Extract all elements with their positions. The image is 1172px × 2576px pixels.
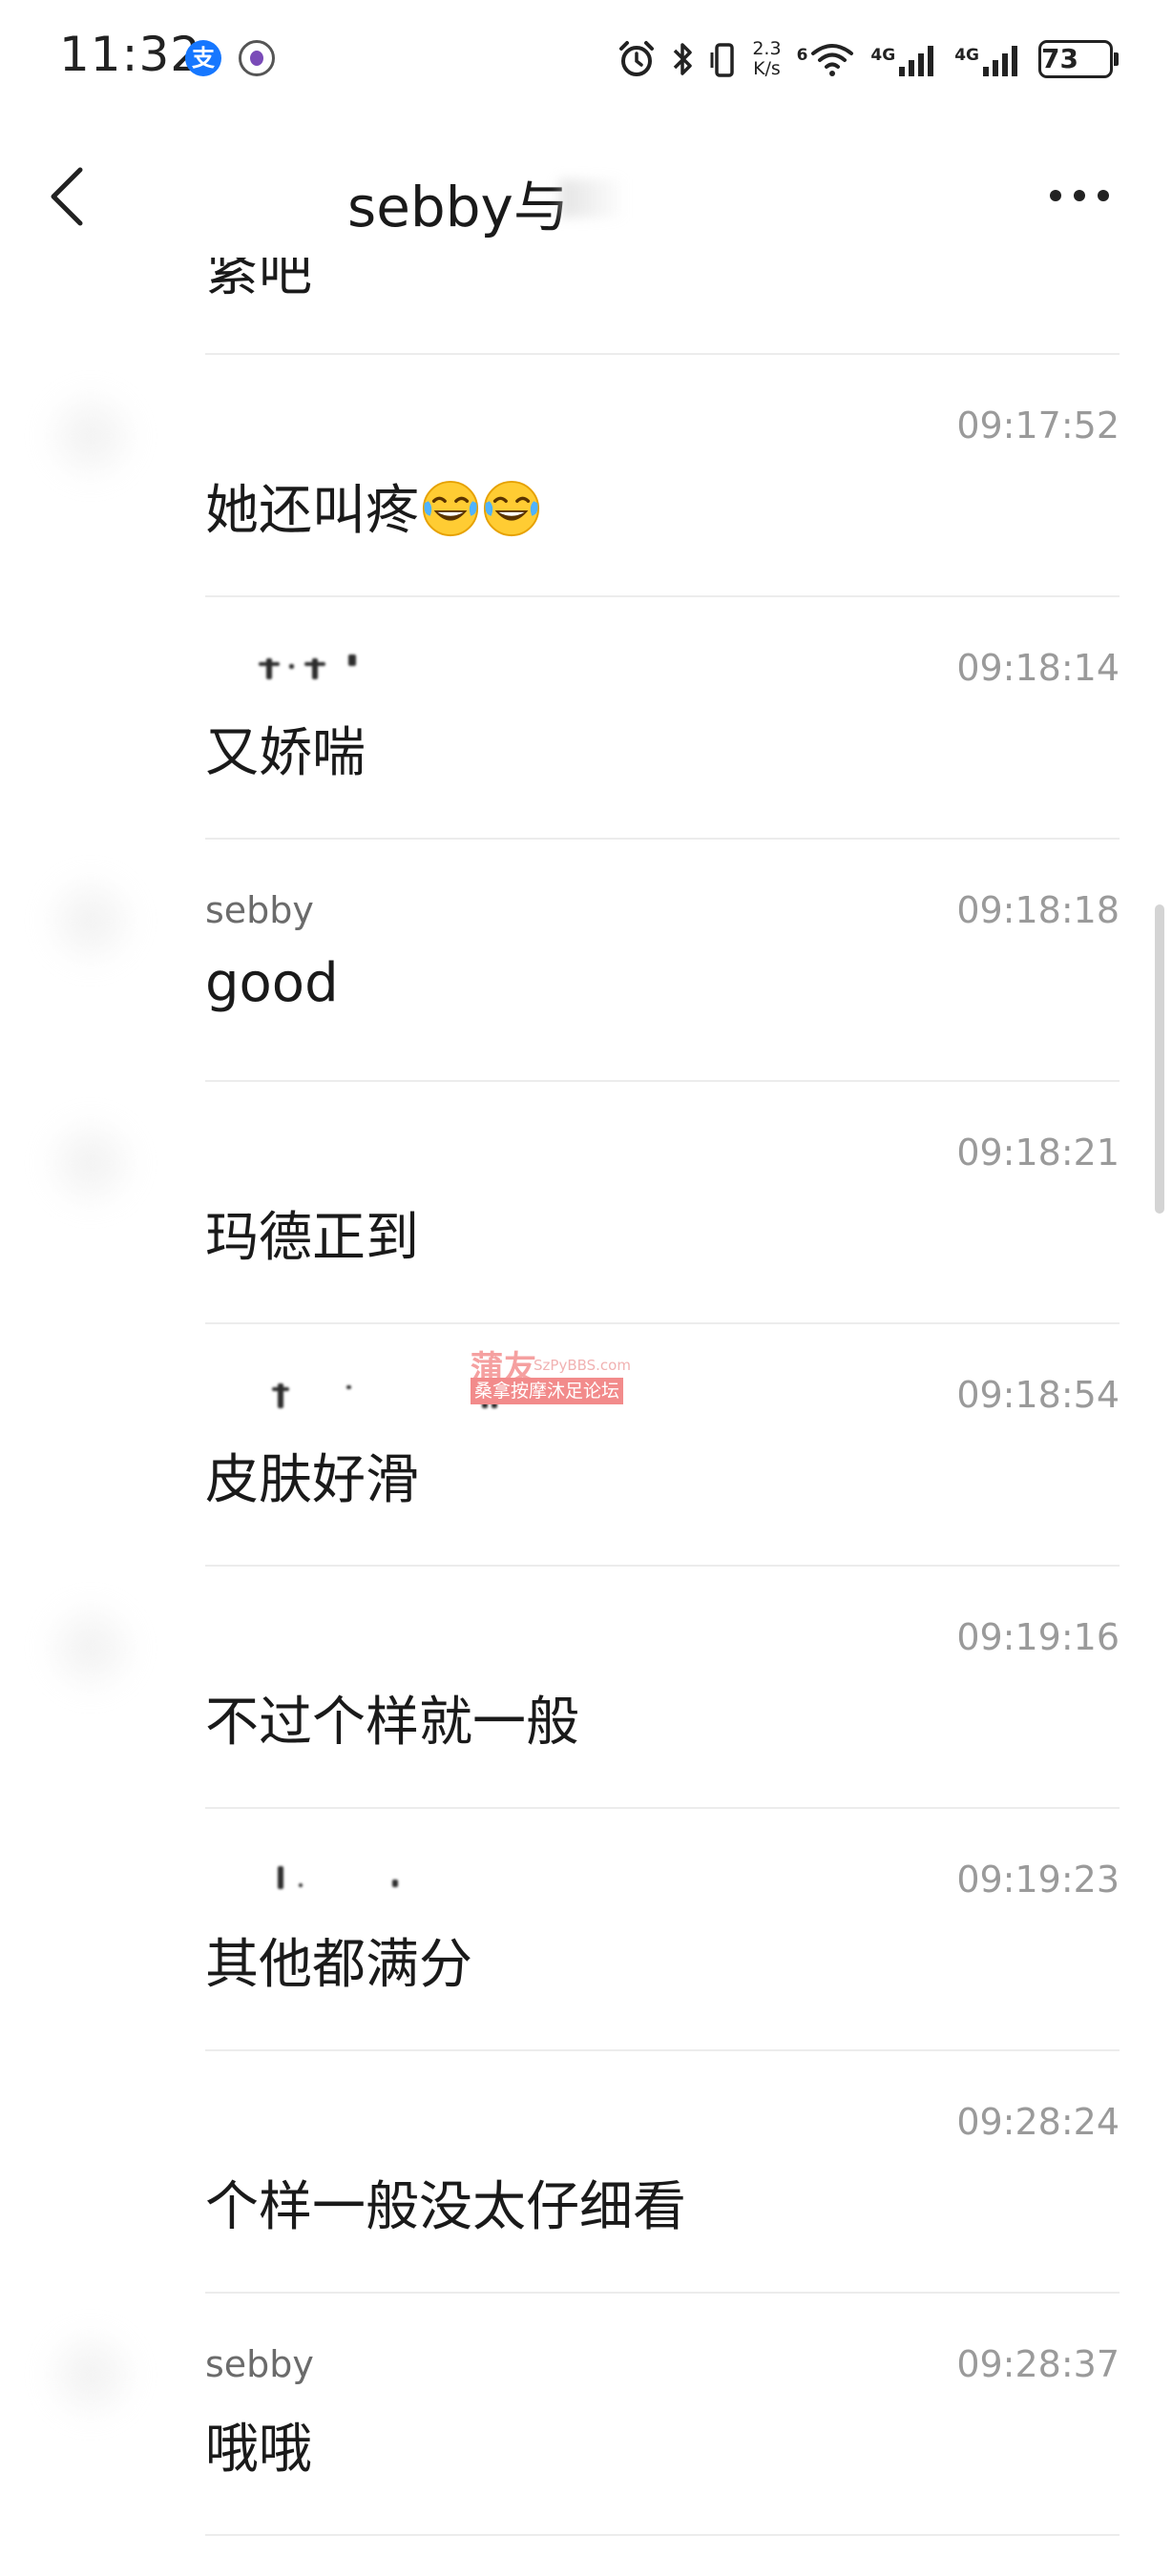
- sim1-label: 4G: [870, 46, 896, 65]
- chat-record[interactable]: 09:19:16 不过个样就一般: [0, 1567, 1172, 1807]
- redacted-sender-name: [205, 1380, 497, 1418]
- chat-record-list[interactable]: 紧吧 09:17:52 她还叫疼 09:18:14 又娇喘 sebby 09:1…: [0, 258, 1172, 2576]
- watermark-site: SzPyBBS.com: [534, 1357, 631, 1374]
- net-speed-unit: K/s: [753, 58, 781, 79]
- status-bar: 11:32 支 2.3 K/s 6 4G 4G 73: [0, 0, 1172, 114]
- alarm-icon: [617, 39, 657, 79]
- back-button[interactable]: [29, 158, 105, 235]
- redacted-title: [559, 179, 626, 218]
- status-indicators: 2.3 K/s 6 4G 4G 73: [617, 31, 1119, 88]
- message-text-partial: 紧吧: [205, 258, 312, 303]
- laughing-tears-emoji-icon: [422, 480, 479, 537]
- nav-bar: sebby与: [0, 134, 1172, 258]
- message-text: good: [205, 952, 339, 1014]
- sender-name: sebby: [205, 2343, 314, 2385]
- status-time: 11:32: [59, 27, 202, 82]
- signal-sim1: 4G: [870, 40, 939, 78]
- bluetooth-icon: [672, 39, 695, 79]
- message-time: 09:19:23: [956, 1859, 1120, 1901]
- message-time: 09:18:18: [956, 889, 1120, 931]
- vibrate-icon: [710, 39, 737, 79]
- chevron-left-icon: [51, 167, 83, 226]
- message-time: 09:17:52: [956, 405, 1120, 447]
- net-speed: 2.3 K/s: [752, 39, 781, 79]
- redacted-sender-name: [205, 653, 406, 691]
- chat-record[interactable]: sebby 09:18:18 good: [0, 840, 1172, 1080]
- battery-icon: 73: [1038, 40, 1119, 78]
- message-text: 玛德正到: [205, 1207, 419, 1269]
- avatar: [38, 384, 143, 488]
- chat-record[interactable]: 09:17:52 她还叫疼: [0, 355, 1172, 595]
- message-text: 皮肤好滑: [205, 1449, 419, 1511]
- sim2-label: 4G: [954, 46, 979, 65]
- message-time: 09:18:14: [956, 647, 1120, 689]
- watermark-subtitle: 桑拿按摩沐足论坛: [471, 1378, 624, 1404]
- redacted-sender-name: [205, 1864, 406, 1902]
- more-dots-icon: [1050, 190, 1109, 201]
- net-speed-value: 2.3: [752, 38, 782, 59]
- message-time: 09:18:21: [956, 1132, 1120, 1174]
- avatar: [38, 2322, 143, 2427]
- forum-watermark: 蒲友 SzPyBBS.com 桑拿按摩沐足论坛: [471, 1341, 642, 1408]
- chat-record[interactable]: 09:28:24 个样一般没太仔细看: [0, 2051, 1172, 2292]
- app-badge-icon: [239, 40, 275, 76]
- signal-icon: [899, 46, 934, 76]
- chat-record[interactable]: 09:18:14 又娇喘: [0, 597, 1172, 838]
- sender-name: sebby: [205, 889, 314, 931]
- page-title: sebby与: [347, 175, 569, 239]
- message-time: 09:19:16: [956, 1616, 1120, 1658]
- message-text: 其他都满分: [205, 1934, 472, 1996]
- message-text-body: 她还叫疼: [205, 480, 419, 542]
- message-time: 09:28:24: [956, 2101, 1120, 2143]
- wifi-label: 6: [796, 46, 808, 65]
- message-text: 她还叫疼: [205, 467, 541, 545]
- avatar: [38, 1595, 143, 1700]
- message-time: 09:18:54: [956, 1374, 1120, 1416]
- scrollbar-thumb[interactable]: [1155, 904, 1164, 1214]
- message-text: 哦哦: [205, 2419, 312, 2481]
- chat-record[interactable]: sebby 09:28:37 哦哦: [0, 2294, 1172, 2534]
- signal-sim2: 4G: [954, 40, 1023, 78]
- laughing-tears-emoji-icon: [483, 480, 540, 537]
- message-text: 不过个样就一般: [205, 1692, 579, 1754]
- message-time: 09:28:37: [956, 2343, 1120, 2385]
- avatar: [38, 1111, 143, 1215]
- message-text: 又娇喘: [205, 722, 366, 784]
- message-text: 个样一般没太仔细看: [205, 2176, 686, 2238]
- chat-history-screen: 11:32 支 2.3 K/s 6 4G 4G 73 sebby与 紧吧 09:…: [0, 0, 1172, 2576]
- wifi-indicator: 6: [797, 40, 856, 78]
- alipay-icon: 支: [185, 40, 221, 76]
- divider: [205, 2534, 1120, 2536]
- more-button[interactable]: [1036, 172, 1122, 219]
- signal-icon: [983, 46, 1017, 76]
- avatar: [38, 868, 143, 973]
- chat-record[interactable]: 09:19:23 其他都满分: [0, 1809, 1172, 2049]
- chat-record[interactable]: 09:18:21 玛德正到: [0, 1082, 1172, 1322]
- wifi-icon: [811, 44, 854, 76]
